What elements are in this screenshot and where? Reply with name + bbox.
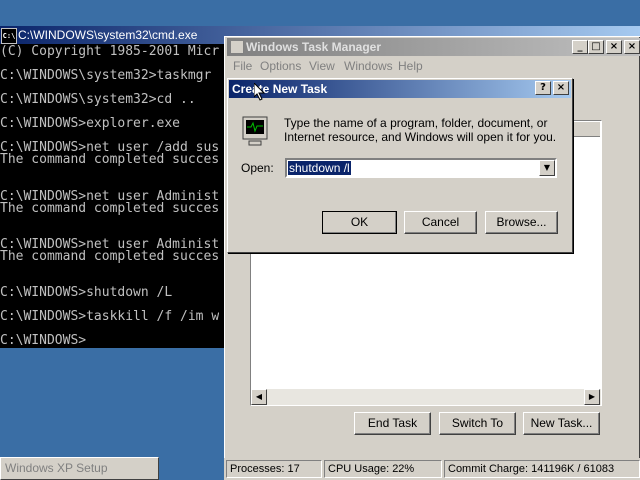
open-input[interactable]: shutdown /l [288,161,351,175]
minimize-button[interactable]: _ [572,40,588,54]
mouse-cursor-icon [254,83,266,101]
close-button[interactable]: × [606,40,622,54]
scroll-left-button[interactable]: ◀ [251,389,267,405]
cmd-line: C:\WINDOWS\system32>cd .. [0,92,196,108]
cancel-button[interactable]: Cancel [404,211,477,234]
dialog-message: Type the name of a program, folder, docu… [284,116,557,144]
chevron-down-icon: ▼ [543,163,551,172]
close-icon: × [609,41,619,52]
minimize-icon: _ [577,41,583,52]
scroll-right-button[interactable]: ▶ [584,389,600,405]
cmd-line: The command completed succes [0,152,220,168]
help-button[interactable]: ? [535,81,551,95]
menu-view[interactable]: View [309,59,335,73]
close-button-2[interactable]: × [624,40,640,54]
status-commit: Commit Charge: 141196K / 61083 [444,460,640,478]
cmd-line: C:\WINDOWS>shutdown /L [0,285,173,300]
end-task-button[interactable]: End Task [354,412,431,435]
ok-button[interactable]: OK [322,211,397,234]
arrow-left-icon: ◀ [255,392,263,401]
cmd-line: (C) Copyright 1985-2001 Micr [0,44,220,59]
status-cpu: CPU Usage: 22% [324,460,442,478]
browse-button[interactable]: Browse... [485,211,558,234]
status-processes: Processes: 17 [226,460,322,478]
cmd-line: The command completed succes [0,248,220,264]
horizontal-scrollbar[interactable] [251,389,601,405]
new-task-button[interactable]: New Task... [523,412,600,435]
cmd-line: C:\WINDOWS\system32>taskmgr [0,68,212,84]
cmd-icon: C:\ [1,28,17,44]
computer-icon [242,116,268,146]
combo-dropdown-button[interactable]: ▼ [539,160,555,176]
cmd-line: C:\WINDOWS>explorer.exe [0,116,181,132]
menu-windows[interactable]: Windows [344,59,393,73]
cmd-line: The command completed succes [0,200,220,216]
maximize-button[interactable]: □ [588,40,604,54]
switch-to-button[interactable]: Switch To [439,412,516,435]
cmd-line: C:\WINDOWS> [0,333,87,349]
task-manager-icon [230,40,244,54]
help-icon: ? [540,82,546,93]
menu-options[interactable]: Options [260,59,301,73]
maximize-icon: □ [591,41,601,52]
menu-file[interactable]: File [233,59,252,73]
windows-xp-setup-button[interactable]: Windows XP Setup [0,457,159,480]
close-icon: × [556,82,566,93]
dialog-title: Create New Task [232,82,328,96]
cmd-line: C:\WINDOWS>taskkill /f /im w [0,309,220,325]
cmd-title: C:\WINDOWS\system32\cmd.exe [18,28,198,42]
dialog-close-button[interactable]: × [553,81,569,95]
menu-help[interactable]: Help [398,59,423,73]
open-label: Open: [241,161,274,175]
task-manager-title: Windows Task Manager [246,40,382,54]
close-icon: × [627,41,637,52]
arrow-right-icon: ▶ [588,392,596,401]
